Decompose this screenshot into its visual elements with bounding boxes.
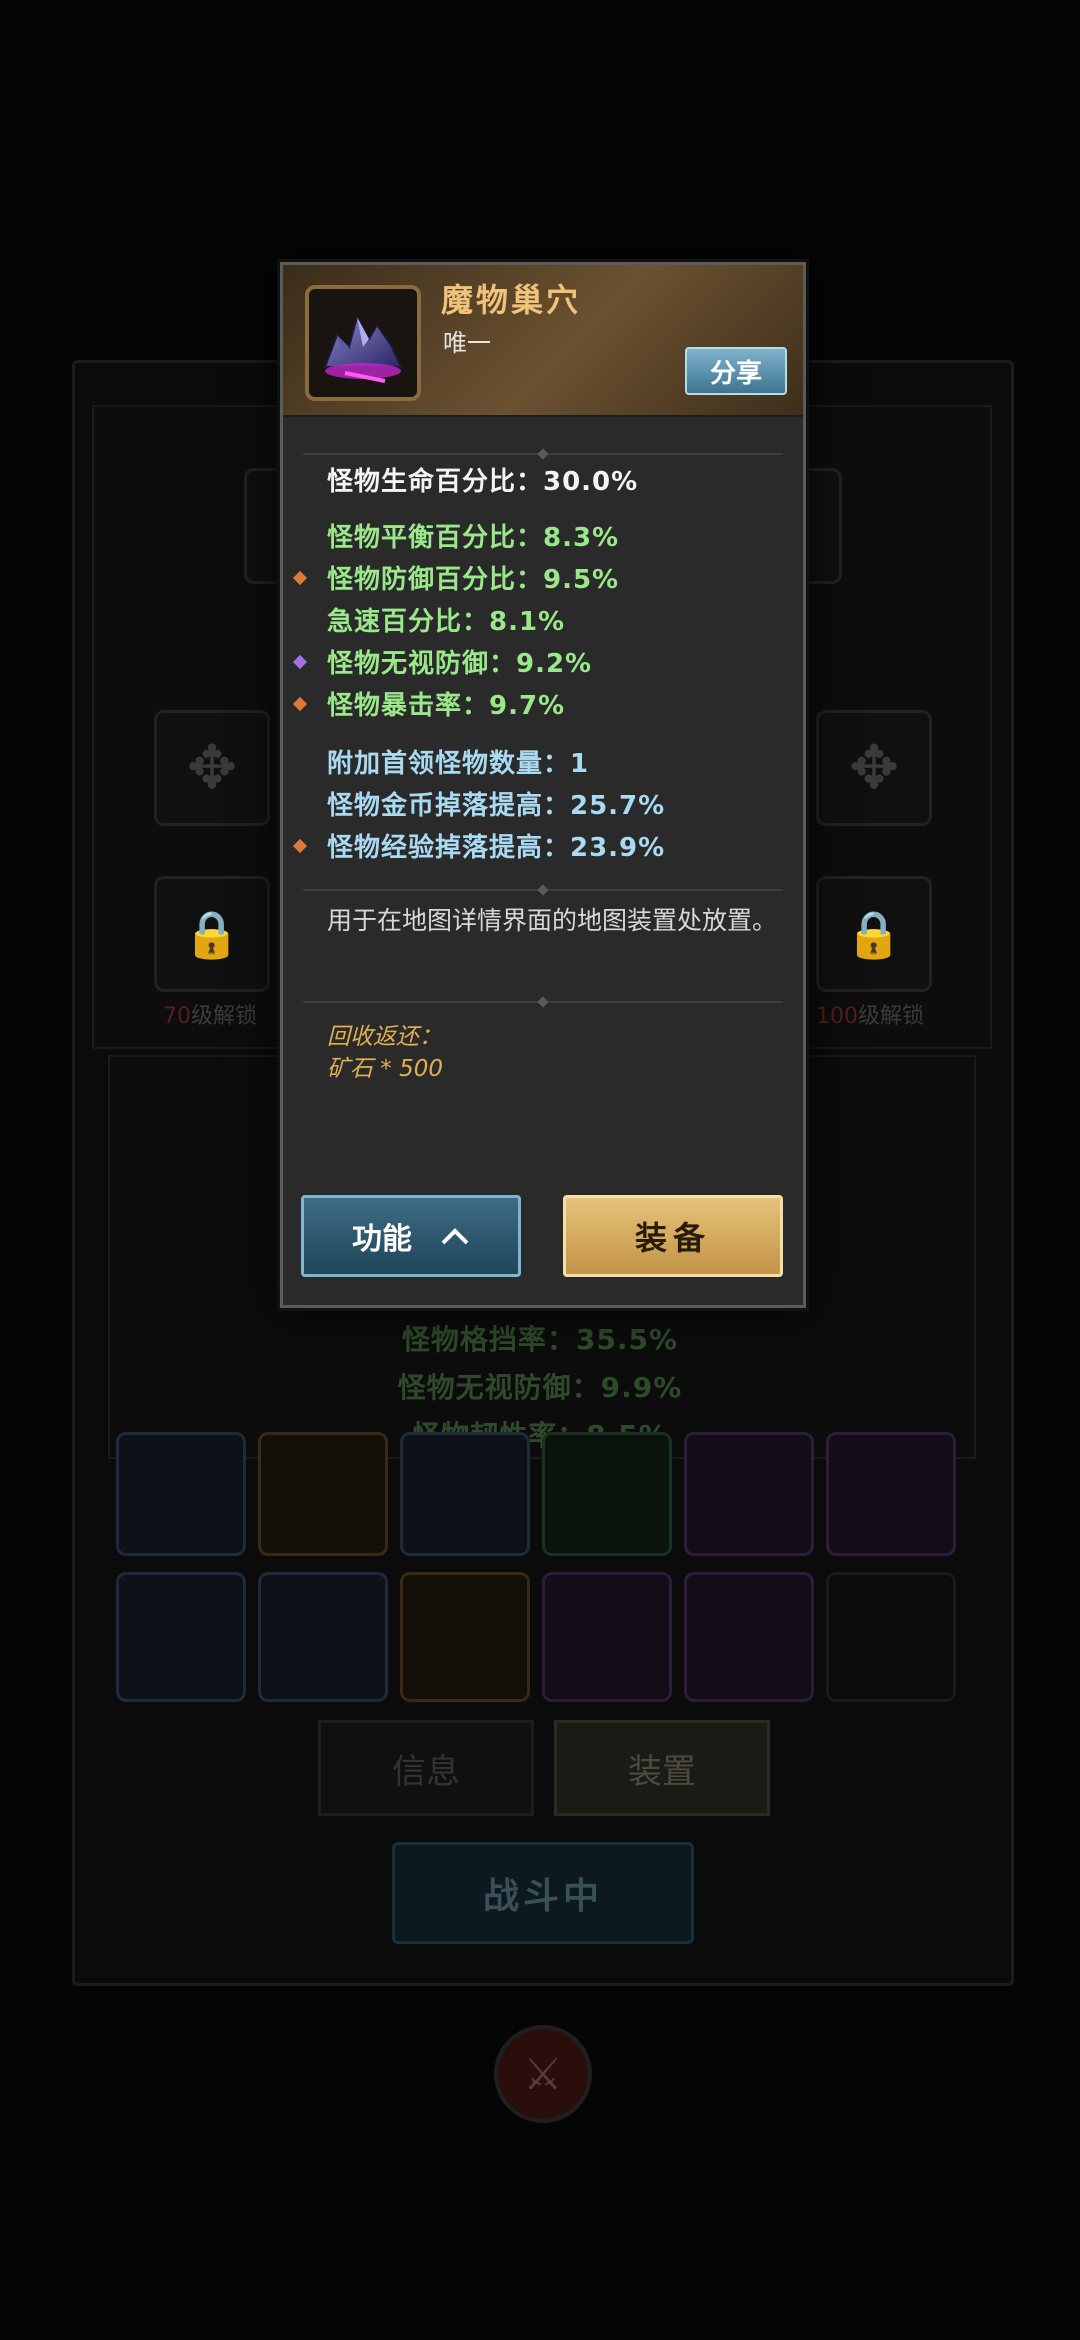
- inventory-slot[interactable]: [116, 1572, 246, 1702]
- green-stat: 怪物平衡百分比：8.3%: [327, 523, 620, 553]
- main-stat: 怪物生命百分比：30.0%: [327, 467, 639, 497]
- battle-toggle-button[interactable]: ⚔: [494, 2025, 592, 2123]
- locked-slot-left[interactable]: 🔒: [154, 876, 270, 992]
- divider: [303, 453, 783, 455]
- monster-nest-icon: [323, 314, 403, 383]
- item-name: 魔物巢穴: [441, 281, 582, 319]
- share-button[interactable]: 分享: [685, 347, 787, 395]
- green-stat: 怪物无视防御：9.2%: [327, 649, 593, 679]
- unlock-suffix: 级解锁: [857, 1004, 924, 1029]
- equip-button[interactable]: 装备: [563, 1195, 783, 1277]
- locked-slot-right[interactable]: 🔒: [816, 876, 932, 992]
- orange-diamond-icon: [292, 838, 308, 854]
- function-label: 功能: [352, 1222, 412, 1257]
- inventory-slot[interactable]: [400, 1432, 530, 1556]
- background-stat: 怪物格挡率：35.5%: [401, 1323, 679, 1356]
- inventory-slot-selected[interactable]: [400, 1572, 530, 1702]
- unlock-level: 70: [162, 1004, 191, 1029]
- battle-button[interactable]: 战斗中: [392, 1842, 694, 1944]
- inventory-slot-empty[interactable]: [826, 1572, 956, 1702]
- function-button[interactable]: 功能: [301, 1195, 521, 1277]
- crossed-swords-icon: ⚔: [523, 2048, 563, 2100]
- chevron-up-icon: [441, 1228, 469, 1245]
- tab-device[interactable]: 装置: [554, 1720, 770, 1816]
- unlock-suffix: 级解锁: [190, 1004, 257, 1029]
- background-stat: 怪物无视防御：9.9%: [397, 1371, 683, 1404]
- popup-header: 魔物巢穴 唯一 分享: [283, 265, 803, 417]
- unlock-level: 100: [815, 1004, 858, 1029]
- blue-stat: 怪物金币掉落提高：25.7%: [327, 791, 666, 821]
- blue-stat: 怪物经验掉落提高：23.9%: [327, 833, 666, 863]
- blue-stat: 附加首领怪物数量：1: [327, 749, 590, 779]
- lock-icon: 🔒: [183, 906, 241, 961]
- recycle-value: 矿石 * 500: [327, 1056, 444, 1082]
- green-stat: 急速百分比：8.1%: [327, 607, 566, 637]
- tab-info[interactable]: 信息: [318, 1720, 534, 1816]
- item-rarity: 唯一: [443, 329, 491, 357]
- orange-diamond-icon: [292, 696, 308, 712]
- move-slot-left[interactable]: ✥: [154, 710, 270, 826]
- inventory-slot[interactable]: [826, 1432, 956, 1556]
- orange-diamond-icon: [292, 570, 308, 586]
- inventory-slot[interactable]: [116, 1432, 246, 1556]
- move-icon: ✥: [186, 733, 238, 803]
- item-icon-frame: [305, 285, 421, 401]
- inventory-slot[interactable]: [684, 1572, 814, 1702]
- move-icon: ✥: [848, 733, 900, 803]
- inventory-slot[interactable]: [542, 1432, 672, 1556]
- lock-icon: 🔒: [845, 906, 903, 961]
- green-stat: 怪物防御百分比：9.5%: [327, 565, 620, 595]
- inventory-slot[interactable]: [258, 1432, 388, 1556]
- divider: [303, 1001, 783, 1003]
- green-stat: 怪物暴击率：9.7%: [327, 691, 566, 721]
- inventory-slot[interactable]: [684, 1432, 814, 1556]
- divider: [303, 889, 783, 891]
- item-detail-popup: 魔物巢穴 唯一 分享 怪物生命百分比：30.0% 怪物平衡百分比：8.3% 怪物…: [280, 262, 806, 1308]
- inventory-slot[interactable]: [258, 1572, 388, 1702]
- item-description: 用于在地图详情界面的地图装置处放置。: [327, 906, 778, 935]
- move-slot-right[interactable]: ✥: [816, 710, 932, 826]
- recycle-title: 回收返还：: [327, 1024, 442, 1050]
- purple-diamond-icon: [292, 654, 308, 670]
- inventory-slot[interactable]: [542, 1572, 672, 1702]
